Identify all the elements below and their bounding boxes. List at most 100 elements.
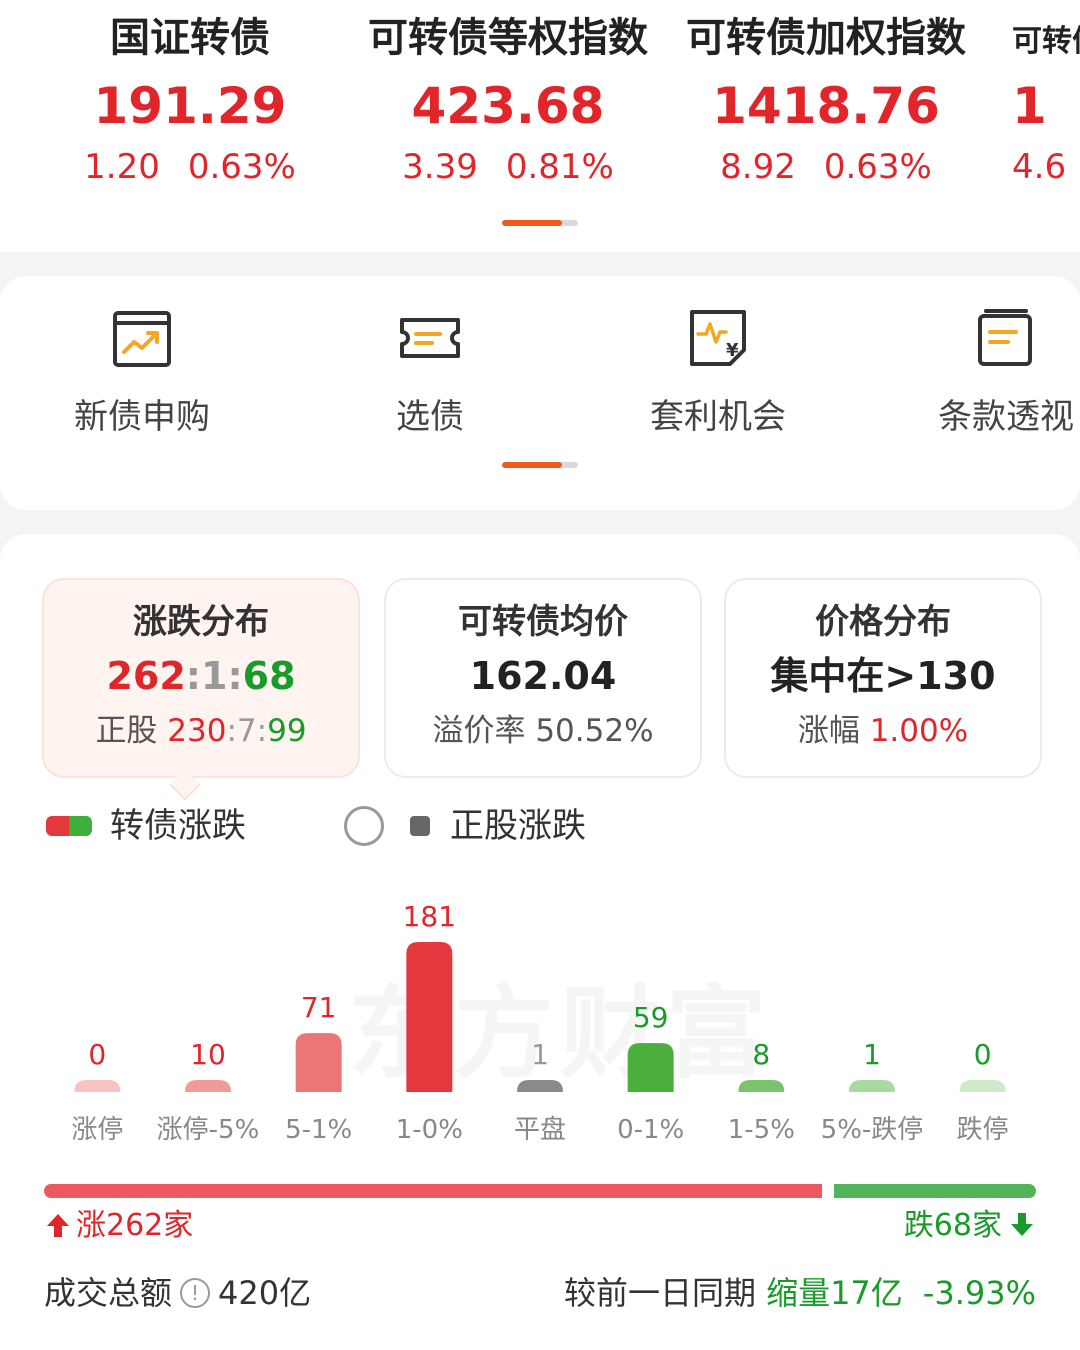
turnover-row: 成交总额! 420亿 较前一日同期 缩量17亿 -3.93% xyxy=(0,1270,1080,1316)
menu-item-arbitrage[interactable]: ¥ 套利机会 xyxy=(608,306,828,440)
turnover-label: 成交总额 xyxy=(44,1274,173,1312)
index-change: 8.92 0.63% xyxy=(666,142,986,192)
bar-5 xyxy=(627,1043,674,1092)
category-label: 平盘 xyxy=(514,1115,566,1145)
bar-8 xyxy=(959,1080,1006,1092)
price-distribution-title: 价格分布 xyxy=(815,602,951,642)
bar-7 xyxy=(849,1080,895,1092)
chart-trend-icon xyxy=(110,306,174,370)
avg-price-value: 162.04 xyxy=(469,654,617,698)
index-card-partial[interactable]: 可转债 1 4.6 xyxy=(1012,14,1080,192)
bond-legend-swatch xyxy=(46,816,92,836)
info-icon[interactable]: ! xyxy=(180,1278,211,1308)
index-change-pct: 0.63% xyxy=(823,147,932,187)
up-down-count-row: 涨262家 跌68家 xyxy=(0,1206,1080,1246)
distribution-bar-chart: 0 涨停 10 涨停-5% 71 5-1% 181 1-0% 1 平盘 59 0-1% 8 1-5% 1 5%… xyxy=(71,900,1009,1145)
bar-0 xyxy=(74,1080,121,1092)
index-change: 3.39 0.81% xyxy=(348,142,668,192)
svg-text:¥: ¥ xyxy=(726,340,739,361)
index-value: 1418.76 xyxy=(712,77,940,135)
index-change: 4.6 xyxy=(1012,142,1080,192)
bar-value-label: 1 xyxy=(531,1038,549,1071)
menu-item-bond-picker[interactable]: 选债 xyxy=(320,306,540,440)
index-card-equal-weight[interactable]: 可转债等权指数 423.68 3.39 0.81% xyxy=(348,10,668,192)
index-change-points: 3.39 xyxy=(402,147,478,187)
stock-flat-count: 7 xyxy=(236,713,257,749)
bar-value-label: 71 xyxy=(301,991,337,1024)
market-overview-card: 涨跌分布 262:1:68 正股 230:7:99 可转债均价 162.04 溢… xyxy=(0,534,1080,1350)
ticket-icon xyxy=(398,306,462,370)
index-name: 国证转债 xyxy=(110,15,270,61)
compare-label: 较前一日同期 xyxy=(564,1274,757,1312)
compare-change: 缩量17亿 xyxy=(766,1274,903,1312)
stock-label: 正股 xyxy=(95,713,158,749)
price-distribution-value: 集中在>130 xyxy=(770,654,996,698)
menu-item-terms[interactable]: 条款透视 xyxy=(896,306,1080,440)
index-change-points: 4.6 xyxy=(1012,147,1067,187)
toggle-stock[interactable]: 正股涨跌 xyxy=(450,804,586,848)
index-card-weighted[interactable]: 可转债加权指数 1418.76 8.92 0.63% xyxy=(666,10,986,192)
bar-value-label: 59 xyxy=(633,1001,669,1034)
ticker-page-indicator xyxy=(502,220,578,226)
distribution-ratio: 262:1:68 xyxy=(106,654,296,698)
menu-label: 条款透视 xyxy=(938,397,1074,437)
index-ticker[interactable]: 国证转债 191.29 1.20 0.63% 可转债等权指数 423.68 3.3… xyxy=(0,0,1080,252)
index-change-pct: 0.81% xyxy=(505,147,614,187)
index-name: 可转债等权指数 xyxy=(368,15,648,61)
turnover-total: 成交总额! 420亿 xyxy=(44,1270,311,1316)
bar-3 xyxy=(406,942,453,1092)
down-total: 跌68家 xyxy=(904,1206,1036,1246)
index-name: 可转债加权指数 xyxy=(686,15,966,61)
bar-1 xyxy=(185,1080,231,1092)
bar-value-label: 10 xyxy=(190,1038,226,1071)
toggle-bond[interactable]: 转债涨跌 xyxy=(110,804,246,848)
up-total: 涨262家 xyxy=(44,1206,193,1246)
bar-4 xyxy=(517,1080,563,1092)
chart-toggle-row: 转债涨跌 正股涨跌 xyxy=(0,804,1080,848)
premium-rate: 溢价率 50.52% xyxy=(432,713,654,749)
index-value: 423.68 xyxy=(411,77,605,135)
index-name: 可转债 xyxy=(1012,24,1080,59)
category-label: 涨停-5% xyxy=(157,1115,260,1145)
compare-pct: -3.93% xyxy=(922,1274,1036,1312)
category-label: 0-1% xyxy=(617,1115,684,1145)
index-card-guozheng[interactable]: 国证转债 191.29 1.20 0.63% xyxy=(30,10,350,192)
category-label: 5-1% xyxy=(285,1115,352,1145)
avg-price-title: 可转债均价 xyxy=(458,602,628,642)
category-label: 1-0% xyxy=(396,1115,463,1145)
ratio-up-segment xyxy=(44,1184,822,1198)
distribution-title: 涨跌分布 xyxy=(133,602,269,642)
yen-pulse-icon: ¥ xyxy=(686,306,750,370)
category-label: 涨停 xyxy=(71,1115,123,1145)
bar-value-label: 1 xyxy=(863,1038,881,1071)
menu-label: 套利机会 xyxy=(650,397,786,437)
price-distribution-box[interactable]: 价格分布 集中在>130 涨幅 1.00% xyxy=(724,578,1042,778)
avg-price-box[interactable]: 可转债均价 162.04 溢价率 50.52% xyxy=(384,578,702,778)
bar-value-label: 0 xyxy=(88,1038,106,1071)
up-count: 262 xyxy=(106,654,186,698)
up-down-ratio-bar xyxy=(44,1184,1036,1198)
arrow-up-icon xyxy=(47,1214,69,1237)
stock-legend-swatch xyxy=(410,816,430,836)
index-change-pct: 0.63% xyxy=(187,147,296,187)
ratio-down-segment xyxy=(834,1184,1036,1198)
bar-6 xyxy=(738,1080,785,1092)
category-label: 跌停 xyxy=(957,1115,1009,1145)
menu-page-indicator xyxy=(502,462,578,468)
menu-label: 选债 xyxy=(396,397,464,437)
bar-2 xyxy=(295,1033,342,1092)
radio-button[interactable] xyxy=(344,806,384,846)
index-change-points: 1.20 xyxy=(84,147,160,187)
index-change-points: 8.92 xyxy=(720,147,796,187)
bar-value-label: 181 xyxy=(403,900,456,933)
category-label: 1-5% xyxy=(728,1115,795,1145)
distribution-box[interactable]: 涨跌分布 262:1:68 正股 230:7:99 xyxy=(42,578,360,778)
stock-ratio: 正股 230:7:99 xyxy=(95,713,307,749)
menu-item-new-bond[interactable]: 新债申购 xyxy=(32,306,252,440)
bar-value-label: 0 xyxy=(974,1038,992,1071)
index-value: 191.29 xyxy=(93,77,287,135)
price-change: 涨幅 1.00% xyxy=(797,713,969,749)
stock-down-count: 99 xyxy=(267,713,307,749)
shortcut-menu: 新债申购 选债 ¥ 套利机会 条款透视 xyxy=(0,276,1080,510)
down-count: 68 xyxy=(242,654,296,698)
